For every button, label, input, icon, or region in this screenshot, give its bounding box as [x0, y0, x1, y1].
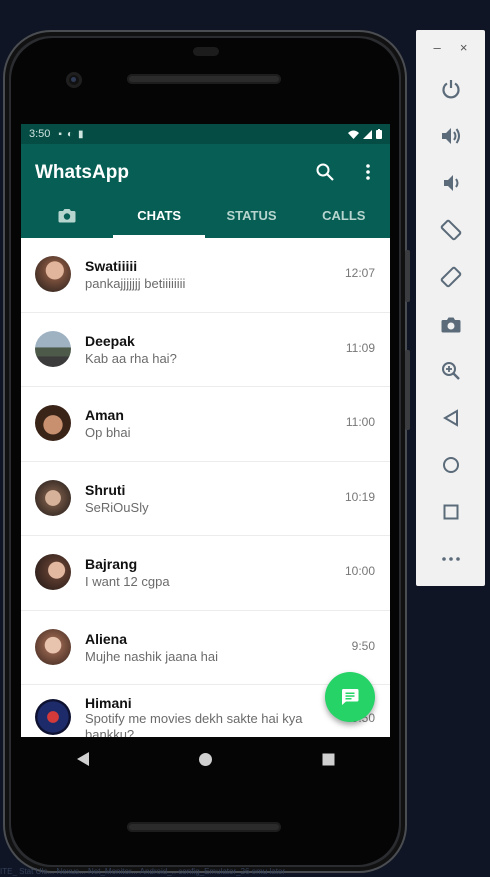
emulator-window-controls: – ×	[416, 30, 485, 55]
chat-name: Himani	[85, 695, 132, 711]
rotate-right-icon[interactable]	[438, 264, 464, 290]
chat-row[interactable]: Aman Op bhai 11:00	[21, 387, 390, 462]
search-icon[interactable]	[313, 160, 337, 184]
chat-time: 10:00	[344, 564, 375, 578]
chat-time: 9:50	[351, 638, 375, 653]
earpiece	[193, 47, 219, 56]
app-bar: WhatsApp CHATS STATUS CALLS	[21, 144, 390, 238]
chat-name: Deepak	[85, 332, 135, 349]
rotate-left-icon[interactable]	[438, 217, 464, 243]
status-time: 3:50	[29, 128, 51, 140]
volume-down-icon[interactable]	[438, 170, 464, 196]
status-bar: 3:50 ▪ ◐ ▮	[21, 124, 390, 144]
chat-name: Bajrang	[85, 556, 138, 572]
battery-icon	[376, 129, 382, 139]
chat-name: Aliena	[85, 630, 128, 647]
more-icon[interactable]	[438, 546, 464, 572]
chat-message: Kab aa rha hai?	[85, 350, 177, 366]
app-title: WhatsApp	[35, 162, 129, 183]
back-icon[interactable]	[438, 405, 464, 431]
notification-icon: ▪	[58, 128, 62, 140]
emulator-toolbar: – ×	[416, 30, 485, 586]
chat-time: 10:19	[344, 489, 375, 504]
top-speaker	[127, 74, 281, 84]
signal-icon	[363, 129, 372, 139]
avatar	[35, 330, 71, 367]
phone-volume-button	[405, 350, 410, 430]
avatar	[35, 699, 71, 735]
nav-home-icon[interactable]	[186, 739, 226, 779]
chat-message: SeRiOuSly	[85, 499, 149, 515]
chat-row[interactable]: Deepak Kab aa rha hai? 11:09	[21, 313, 390, 387]
chat-row[interactable]: Bajrang I want 12 cgpa 10:00	[21, 536, 390, 611]
app-screen: 3:50 ▪ ◐ ▮ WhatsApp CHATS STATUS CALLS S…	[21, 124, 390, 737]
zoom-icon[interactable]	[438, 358, 464, 384]
chat-name: Shruti	[85, 481, 126, 498]
front-camera	[66, 72, 82, 88]
nav-recents-icon[interactable]	[309, 739, 349, 779]
tab-chats[interactable]: CHATS	[113, 192, 206, 238]
chat-row[interactable]: Swatiiiii pankajjjjjjj betiiiiiiii 12:07	[21, 238, 390, 313]
new-chat-button[interactable]	[325, 672, 375, 722]
bottom-speaker	[127, 822, 281, 832]
chat-list: Swatiiiii pankajjjjjjj betiiiiiiii 12:07…	[21, 238, 390, 737]
more-options-icon[interactable]	[356, 160, 380, 184]
footer-text: ITE_ Stat UIs... Nexus... Net_Monitor...…	[0, 867, 286, 876]
message-icon	[341, 689, 359, 705]
tab-status[interactable]: STATUS	[205, 192, 297, 238]
screenshot-icon[interactable]	[438, 311, 464, 337]
phone-power-button	[405, 250, 410, 302]
wifi-icon	[348, 130, 359, 139]
camera-icon	[58, 208, 76, 222]
tab-calls[interactable]: CALLS	[298, 192, 390, 238]
tab-camera[interactable]	[21, 192, 113, 238]
sync-icon: ◐	[66, 128, 74, 140]
chat-message: pankajjjjjjj betiiiiiiii	[85, 276, 186, 291]
chat-time: 11:00	[345, 415, 375, 429]
tab-bar: CHATS STATUS CALLS	[21, 192, 390, 238]
overview-icon[interactable]	[438, 499, 464, 525]
sd-card-icon: ▮	[78, 128, 84, 140]
chat-message: Mujhe nashik jaana hai	[85, 648, 218, 664]
chat-time: 11:09	[345, 340, 375, 355]
avatar	[35, 554, 71, 590]
chat-name: Aman	[85, 407, 124, 423]
status-right	[348, 129, 382, 139]
avatar	[35, 256, 71, 292]
avatar	[35, 628, 71, 665]
android-nav-bar	[21, 737, 390, 781]
chat-row[interactable]: Shruti SeRiOuSly 10:19	[21, 462, 390, 536]
volume-up-icon[interactable]	[438, 123, 464, 149]
avatar	[35, 405, 71, 441]
nav-back-icon[interactable]	[63, 739, 103, 779]
notification-icons: ▪ ◐ ▮	[58, 129, 83, 140]
chat-row[interactable]: Aliena Mujhe nashik jaana hai 9:50	[21, 611, 390, 685]
minimize-icon[interactable]: –	[434, 40, 441, 55]
chat-message: I want 12 cgpa	[85, 574, 170, 589]
chat-name: Swatiiiii	[85, 258, 138, 274]
chat-time: 12:07	[344, 266, 375, 280]
avatar	[35, 479, 71, 516]
power-icon[interactable]	[438, 76, 464, 102]
chat-message: Op bhai	[85, 425, 131, 440]
close-icon[interactable]: ×	[460, 40, 468, 55]
home-icon[interactable]	[438, 452, 464, 478]
chat-message: Spotify me movies dekh sakte hai kya ban…	[85, 711, 303, 737]
